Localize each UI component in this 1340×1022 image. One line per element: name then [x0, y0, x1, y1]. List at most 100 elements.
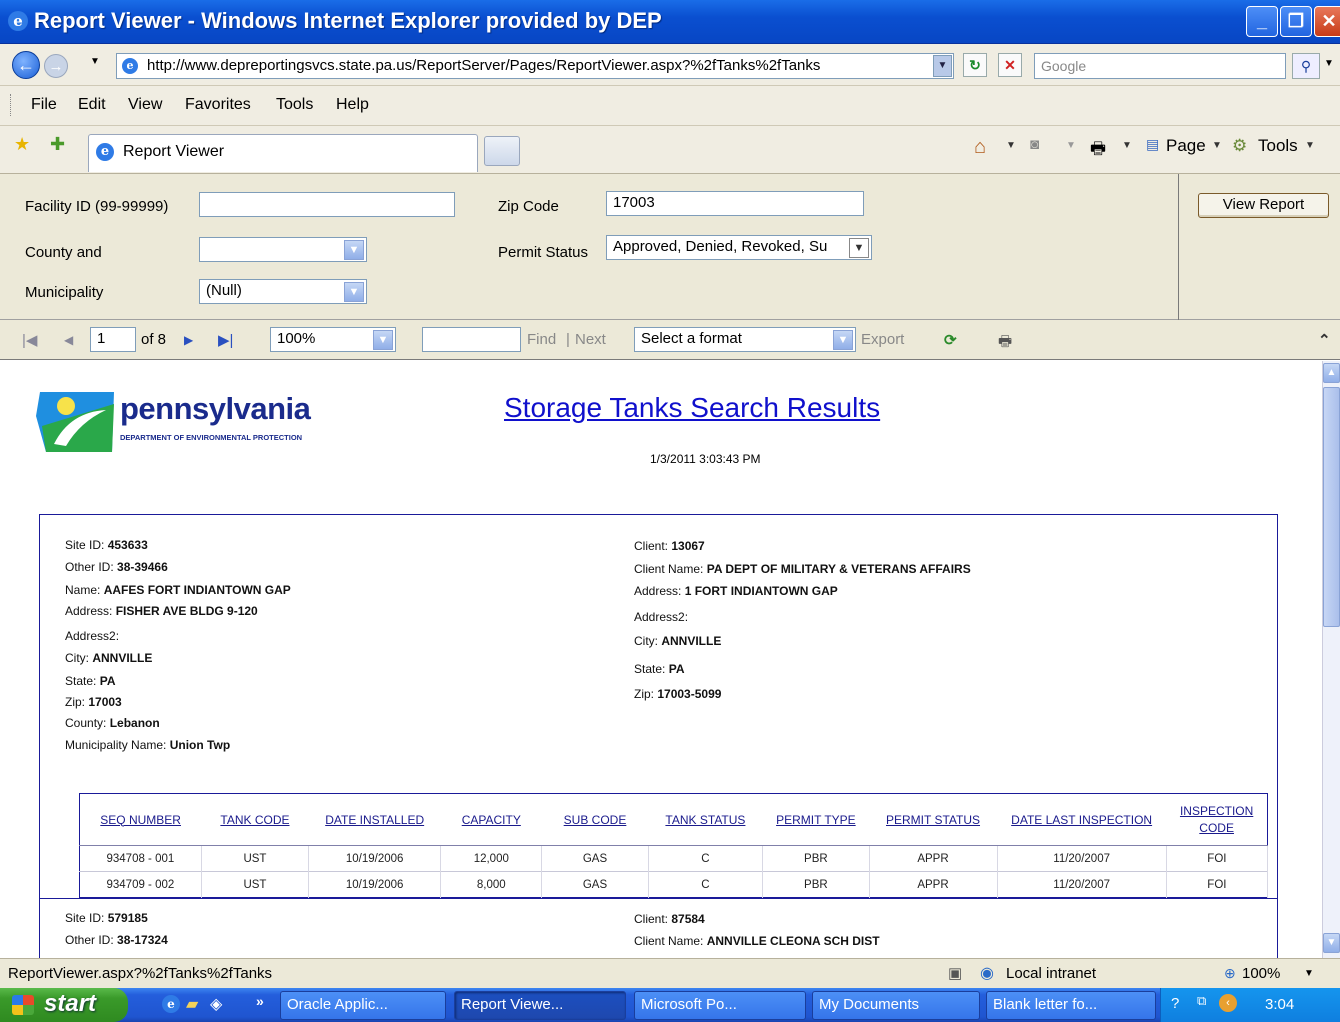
- menu-help[interactable]: Help: [336, 96, 369, 114]
- print-report-icon[interactable]: 🖶: [998, 331, 1012, 356]
- refresh-icon[interactable]: ↻: [963, 53, 987, 77]
- search-icon[interactable]: ⚲: [1292, 53, 1320, 79]
- page-number-input[interactable]: 1: [90, 327, 136, 352]
- view-report-button[interactable]: View Report: [1198, 193, 1329, 218]
- tray-help-icon[interactable]: ?: [1171, 995, 1179, 1012]
- next-link[interactable]: Next: [575, 331, 606, 348]
- logo-wordmark: pennsylvania: [120, 391, 311, 426]
- chevron-down-icon[interactable]: ▼: [373, 330, 393, 350]
- find-input[interactable]: [422, 327, 521, 352]
- page-count: of 8: [141, 331, 167, 348]
- zoom-select[interactable]: 100% ▼: [270, 327, 396, 352]
- feeds-icon[interactable]: ◙: [1030, 136, 1039, 153]
- task-powerpoint[interactable]: Microsoft Po...: [634, 991, 806, 1020]
- refresh-report-icon[interactable]: ⟳: [944, 331, 957, 349]
- close-button[interactable]: ✕: [1314, 6, 1340, 37]
- permit-status-select[interactable]: Approved, Denied, Revoked, Su ▼: [606, 235, 872, 260]
- column-header[interactable]: SUB CODE: [541, 793, 649, 846]
- menu-edit[interactable]: Edit: [78, 96, 106, 114]
- chevron-down-icon[interactable]: ▼: [833, 330, 853, 350]
- export-link[interactable]: Export: [861, 331, 904, 348]
- address-value: FISHER AVE BLDG 9-120: [115, 604, 258, 618]
- search-input[interactable]: Google: [1034, 53, 1286, 79]
- maximize-button[interactable]: ❐: [1280, 6, 1312, 37]
- find-link[interactable]: Find: [527, 331, 556, 348]
- address-dropdown-icon[interactable]: ▼: [933, 55, 952, 77]
- print-icon[interactable]: 🖶: [1090, 136, 1106, 165]
- home-icon[interactable]: ⌂: [974, 136, 986, 159]
- column-header[interactable]: INSPECTION CODE: [1166, 793, 1268, 846]
- tools-menu[interactable]: Tools: [1258, 136, 1298, 156]
- column-header[interactable]: DATE LAST INSPECTION: [997, 793, 1167, 846]
- chevron-down-icon[interactable]: ▼: [344, 240, 364, 260]
- tray-expand-icon[interactable]: ‹: [1219, 994, 1237, 1012]
- quicklaunch-more-icon[interactable]: »: [256, 993, 264, 1009]
- first-page-icon[interactable]: |◀: [22, 331, 37, 349]
- permit-status-label: Permit Status: [498, 244, 589, 261]
- facility-id-input[interactable]: [199, 192, 455, 217]
- tank-table: SEQ NUMBER TANK CODE DATE INSTALLED CAPA…: [79, 793, 1269, 898]
- page-dropdown-icon[interactable]: ▼: [1212, 140, 1222, 151]
- table-cell: 934709 - 002: [79, 871, 202, 898]
- zip-code-input[interactable]: 17003: [606, 191, 864, 216]
- menu-file[interactable]: File: [31, 96, 57, 114]
- home-dropdown-icon[interactable]: ▼: [1006, 140, 1016, 151]
- last-page-icon[interactable]: ▶|: [218, 331, 233, 349]
- history-dropdown-icon[interactable]: ▼: [90, 56, 100, 67]
- table-cell: C: [648, 871, 764, 898]
- scroll-thumb[interactable]: [1323, 387, 1340, 627]
- next-page-icon[interactable]: ▶: [184, 333, 193, 347]
- task-my-documents[interactable]: My Documents: [812, 991, 980, 1020]
- client-city-value: ANNVILLE: [661, 634, 722, 648]
- address-field: Address: FISHER AVE BLDG 9-120: [65, 604, 258, 618]
- task-oracle[interactable]: Oracle Applic...: [280, 991, 446, 1020]
- scroll-up-icon[interactable]: ▲: [1323, 363, 1340, 383]
- column-header[interactable]: PERMIT STATUS: [869, 793, 997, 846]
- back-icon[interactable]: ←: [12, 51, 40, 79]
- tab-report-viewer[interactable]: Report Viewer: [88, 134, 478, 172]
- chevron-down-icon[interactable]: ▼: [344, 282, 364, 302]
- menu-view[interactable]: View: [128, 96, 162, 114]
- tray-network-icon[interactable]: ⧉: [1197, 993, 1206, 1009]
- county-select[interactable]: ▼: [199, 237, 367, 262]
- column-header[interactable]: SEQ NUMBER: [79, 793, 202, 846]
- zoom-dropdown-icon[interactable]: ▼: [1304, 968, 1314, 979]
- column-header[interactable]: TANK CODE: [201, 793, 309, 846]
- vertical-scrollbar[interactable]: ▲ ▼: [1322, 361, 1340, 958]
- new-tab-button[interactable]: [484, 136, 520, 166]
- search-options-icon[interactable]: ▼: [1324, 58, 1334, 69]
- print-dropdown-icon[interactable]: ▼: [1122, 140, 1132, 151]
- page-menu[interactable]: Page: [1166, 136, 1206, 156]
- address-input[interactable]: http://www.depreportingsvcs.state.pa.us/…: [116, 53, 954, 79]
- menu-tools[interactable]: Tools: [276, 96, 313, 114]
- municipality-field: Municipality Name: Union Twp: [65, 738, 231, 752]
- column-header[interactable]: CAPACITY: [440, 793, 542, 846]
- quicklaunch-ie-icon[interactable]: e: [162, 995, 180, 1013]
- zoom-level[interactable]: 100%: [1242, 965, 1280, 982]
- quicklaunch-app-icon[interactable]: ◈: [210, 994, 222, 1014]
- menu-favorites[interactable]: Favorites: [185, 96, 251, 114]
- tools-dropdown-icon[interactable]: ▼: [1305, 140, 1315, 151]
- chevron-down-icon[interactable]: ▼: [849, 238, 869, 258]
- task-label: My Documents: [819, 996, 920, 1013]
- scroll-down-icon[interactable]: ▼: [1323, 933, 1340, 953]
- favorites-star-icon[interactable]: ★: [14, 134, 30, 155]
- column-header[interactable]: PERMIT TYPE: [762, 793, 870, 846]
- report-title-link[interactable]: Storage Tanks Search Results: [504, 392, 880, 424]
- column-header[interactable]: DATE INSTALLED: [308, 793, 441, 846]
- add-favorites-icon[interactable]: ✚: [50, 134, 65, 155]
- minimize-button[interactable]: _: [1246, 6, 1278, 37]
- feeds-dropdown-icon[interactable]: ▼: [1066, 140, 1076, 151]
- quicklaunch-folder-icon[interactable]: ▰: [186, 994, 198, 1014]
- zoom-value: 100%: [277, 330, 316, 347]
- task-blank-letter[interactable]: Blank letter fo...: [986, 991, 1156, 1020]
- municipality-select[interactable]: (Null) ▼: [199, 279, 367, 304]
- column-header[interactable]: TANK STATUS: [648, 793, 763, 846]
- client-zip-field: Zip: 17003-5099: [634, 687, 722, 701]
- prev-page-icon[interactable]: ◀: [64, 333, 73, 347]
- collapse-icon[interactable]: ⌃: [1318, 331, 1331, 349]
- forward-icon[interactable]: →: [44, 54, 68, 78]
- export-format-select[interactable]: Select a format ▼: [634, 327, 856, 352]
- task-report-viewer[interactable]: Report Viewe...: [454, 991, 626, 1020]
- stop-icon[interactable]: ✕: [998, 53, 1022, 77]
